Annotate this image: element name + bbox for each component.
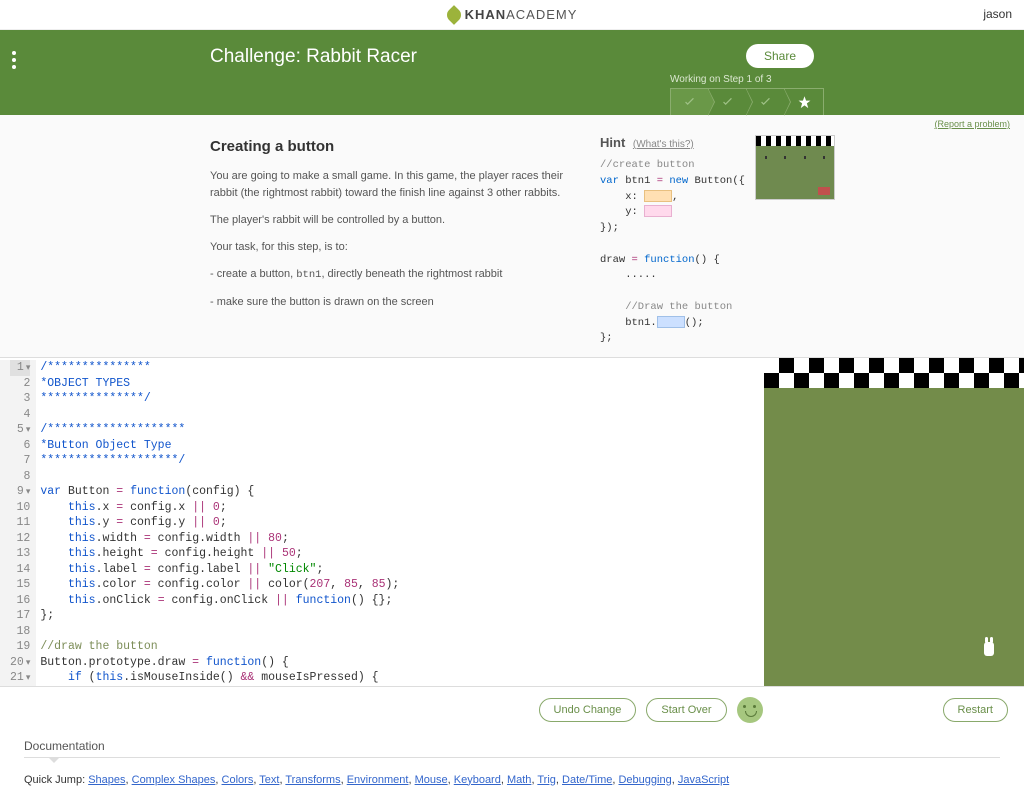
start-over-button[interactable]: Start Over — [646, 698, 726, 722]
documentation-panel: Documentation Quick Jump: Shapes, Comple… — [0, 733, 1024, 806]
undo-button[interactable]: Undo Change — [539, 698, 637, 722]
step-progress: Working on Step 1 of 3 — [670, 74, 824, 116]
hint-thumbnail — [755, 135, 835, 200]
qj-link-text[interactable]: Text — [259, 774, 279, 786]
editor-area: 1▾234 5▾678 9▾10111213141516171819 20▾21… — [0, 357, 1024, 687]
ohnoes-icon[interactable] — [737, 697, 763, 723]
menu-kebab-icon[interactable] — [12, 48, 16, 72]
hint-blank-method — [657, 316, 685, 328]
report-problem-link[interactable]: (Report a problem) — [934, 119, 1010, 129]
checker-pattern — [764, 358, 1024, 388]
leaf-icon — [444, 5, 464, 25]
hint-title: Hint — [600, 135, 625, 150]
instructions-heading: Creating a button — [210, 135, 570, 158]
code-lines[interactable]: /*************** *OBJECT TYPES *********… — [36, 360, 399, 686]
rabbit-icon — [984, 642, 994, 656]
qj-link-complex-shapes[interactable]: Complex Shapes — [132, 774, 216, 786]
instructions-panel: (Report a problem) Creating a button You… — [0, 115, 1024, 357]
hint-column: Hint (What's this?) //create button var … — [600, 135, 820, 347]
hint-whats-this-link[interactable]: (What's this?) — [633, 139, 694, 150]
logo[interactable]: KHANACADEMY — [447, 7, 578, 22]
qj-link-mouse[interactable]: Mouse — [415, 774, 448, 786]
star-icon — [797, 95, 812, 110]
challenge-header: Challenge: Rabbit Racer Share Working on… — [0, 30, 1024, 115]
qj-link-colors[interactable]: Colors — [222, 774, 254, 786]
qj-link-date-time[interactable]: Date/Time — [562, 774, 612, 786]
qj-link-math[interactable]: Math — [507, 774, 531, 786]
qj-link-environment[interactable]: Environment — [347, 774, 409, 786]
action-bar: Undo Change Start Over Restart — [0, 687, 1024, 733]
share-button[interactable]: Share — [746, 44, 814, 68]
instructions-text: Creating a button You are going to make … — [210, 135, 570, 347]
check-icon — [682, 95, 697, 110]
qj-link-keyboard[interactable]: Keyboard — [454, 774, 501, 786]
qj-link-trig[interactable]: Trig — [537, 774, 556, 786]
step-label: Working on Step 1 of 3 — [670, 74, 824, 85]
qj-link-transforms[interactable]: Transforms — [285, 774, 340, 786]
challenge-title: Challenge: Rabbit Racer — [210, 46, 1004, 68]
top-bar: KHANACADEMY jason — [0, 0, 1024, 30]
hint-blank-y — [644, 205, 672, 217]
output-canvas[interactable] — [764, 358, 1024, 686]
hint-blank-x — [644, 190, 672, 202]
check-icon — [758, 95, 773, 110]
step-1[interactable] — [671, 89, 709, 115]
qj-link-debugging[interactable]: Debugging — [618, 774, 671, 786]
restart-button[interactable]: Restart — [943, 698, 1008, 722]
user-link[interactable]: jason — [983, 7, 1012, 21]
quick-jump: Quick Jump: Shapes, Complex Shapes, Colo… — [24, 774, 1000, 786]
docs-heading[interactable]: Documentation — [24, 739, 1000, 758]
check-icon — [720, 95, 735, 110]
qj-link-javascript[interactable]: JavaScript — [678, 774, 729, 786]
hint-code: //create button var btn1 = new Button({ … — [600, 158, 745, 347]
code-editor[interactable]: 1▾234 5▾678 9▾10111213141516171819 20▾21… — [0, 358, 764, 686]
qj-link-shapes[interactable]: Shapes — [88, 774, 125, 786]
gutter: 1▾234 5▾678 9▾10111213141516171819 20▾21… — [0, 360, 36, 686]
